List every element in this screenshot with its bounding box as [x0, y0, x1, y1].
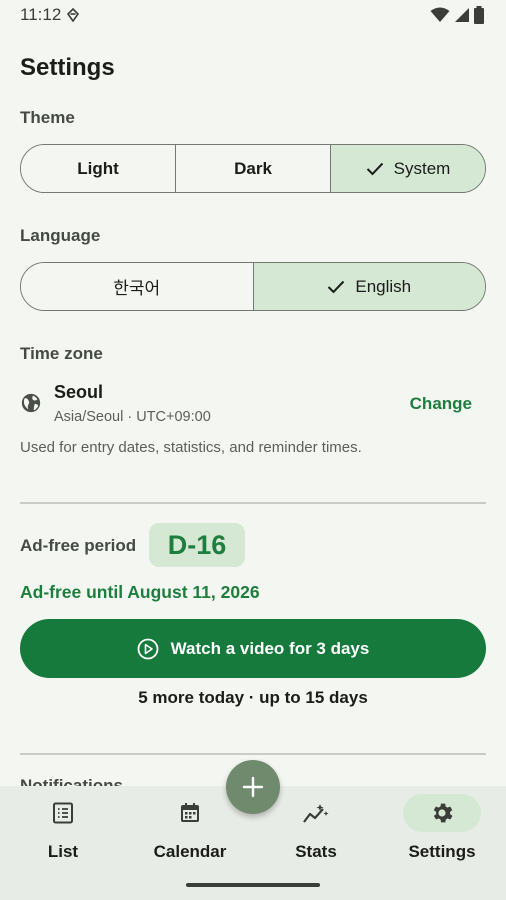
- theme-segmented-control: Light Dark System: [20, 144, 486, 193]
- notifications-label: Notifications: [20, 776, 123, 786]
- watch-video-label: Watch a video for 3 days: [170, 638, 370, 658]
- ad-free-label: Ad-free period: [20, 536, 137, 555]
- status-bar: 11:12: [0, 0, 506, 30]
- status-left: 11:12: [20, 5, 80, 25]
- theme-option-label: Dark: [234, 158, 272, 178]
- theme-option-label: Light: [77, 158, 119, 178]
- wifi-icon: [430, 7, 450, 22]
- nav-icon-container: [151, 794, 229, 832]
- language-option-english[interactable]: English: [253, 263, 485, 310]
- theme-option-label: System: [393, 158, 451, 178]
- language-label: Language: [20, 226, 101, 245]
- globe-icon: [21, 393, 41, 413]
- watch-limit-text: 5 more today · up to 15 days: [138, 688, 368, 707]
- theme-option-dark[interactable]: Dark: [176, 145, 331, 192]
- divider: [20, 502, 486, 504]
- timezone-row: Seoul Asia/Seoul · UTC+09:00 Change: [20, 380, 486, 430]
- settings-content[interactable]: Settings Theme Light Dark System Languag…: [0, 30, 506, 786]
- gear-icon: [433, 803, 453, 823]
- nav-label: Stats: [295, 842, 337, 861]
- timezone-help-text: Used for entry dates, statistics, and re…: [20, 439, 362, 456]
- stats-icon: [303, 804, 329, 823]
- page-title: Settings: [20, 54, 115, 81]
- notification-indicator-icon: [67, 8, 80, 22]
- theme-option-light[interactable]: Light: [21, 145, 176, 192]
- nav-icon-container: [24, 794, 102, 832]
- nav-icon-container: [403, 794, 481, 832]
- watch-video-button[interactable]: Watch a video for 3 days: [20, 619, 486, 678]
- status-right: [430, 6, 484, 24]
- theme-label: Theme: [20, 108, 75, 127]
- dday-badge: D-16: [149, 523, 245, 567]
- timezone-label: Time zone: [20, 344, 103, 363]
- nav-item-settings[interactable]: Settings: [379, 786, 505, 866]
- nav-item-list[interactable]: List: [0, 786, 126, 866]
- play-circle-icon: [137, 638, 159, 659]
- home-indicator[interactable]: [186, 883, 320, 887]
- language-option-label: 한국어: [113, 279, 161, 298]
- plus-icon: [242, 776, 264, 798]
- battery-icon: [474, 6, 484, 24]
- list-icon: [53, 802, 73, 824]
- check-icon: [328, 280, 345, 293]
- language-option-label: English: [355, 276, 412, 296]
- divider: [20, 753, 486, 755]
- ad-free-until-text: Ad-free until August 11, 2026: [20, 582, 260, 602]
- check-icon: [366, 162, 383, 175]
- nav-label: Settings: [408, 842, 476, 861]
- timezone-detail: Asia/Seoul · UTC+09:00: [54, 409, 211, 425]
- calendar-icon: [181, 803, 199, 822]
- timezone-city: Seoul: [54, 382, 104, 402]
- theme-option-system[interactable]: System: [331, 145, 485, 192]
- nav-label: List: [47, 842, 79, 861]
- language-option-korean[interactable]: 한국어: [21, 263, 254, 310]
- status-time: 11:12: [20, 5, 62, 24]
- add-entry-button[interactable]: [226, 760, 280, 814]
- cell-signal-icon: [455, 8, 469, 22]
- timezone-change-button[interactable]: Change: [410, 394, 472, 414]
- language-segmented-control: 한국어 English: [20, 262, 486, 311]
- nav-icon-container: [277, 794, 355, 832]
- nav-label: Calendar: [153, 842, 227, 861]
